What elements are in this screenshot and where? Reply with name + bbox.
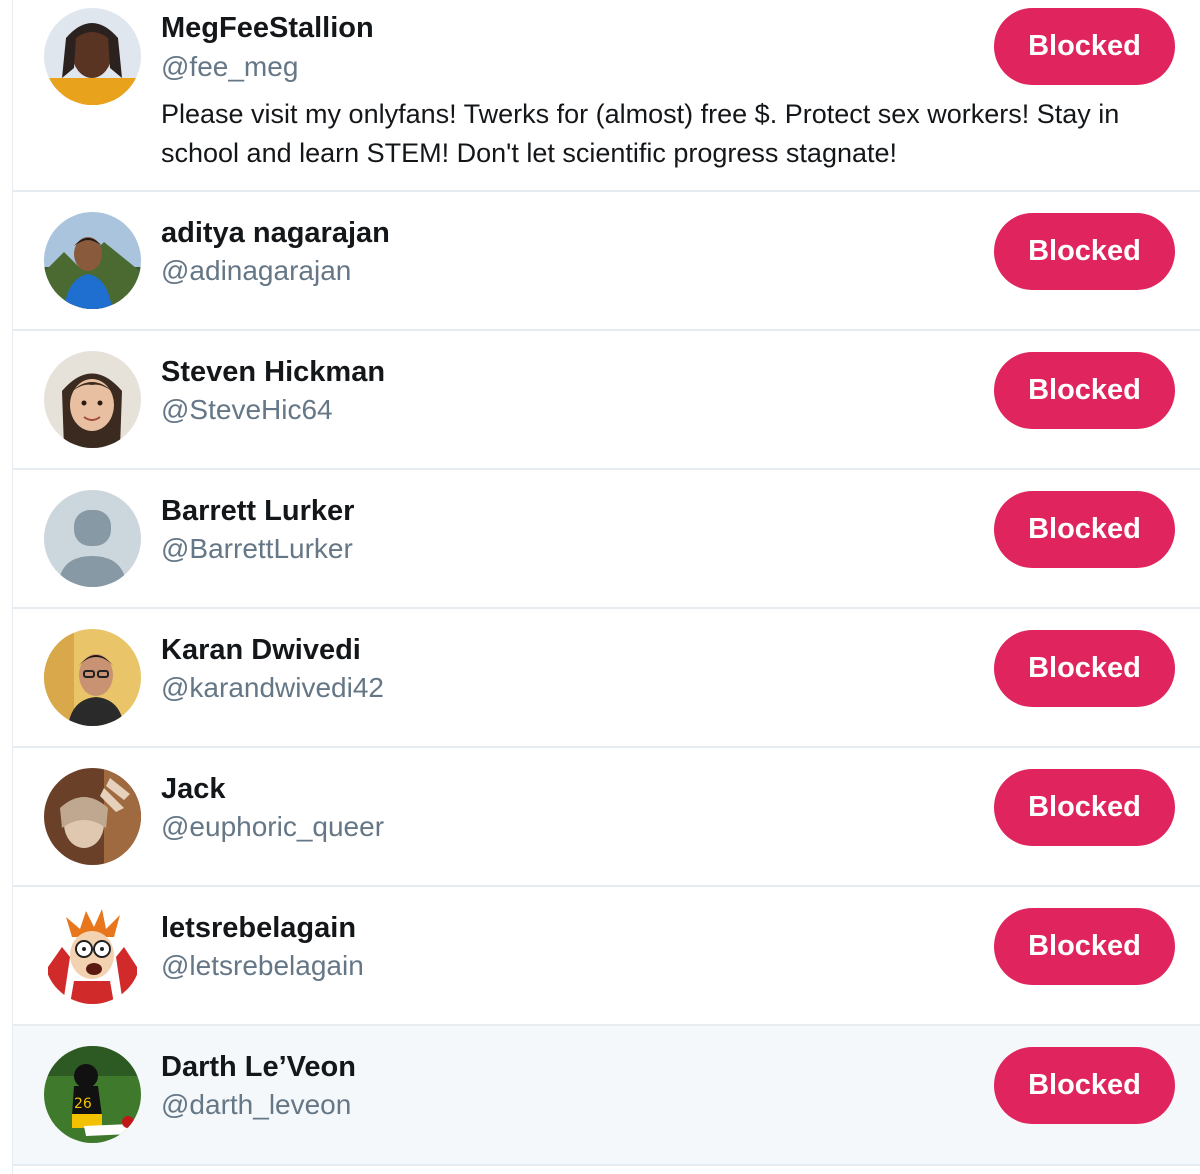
avatar[interactable] [44,907,141,1004]
account-row[interactable]: 26 Darth Le’Veon @darth_leveon Blocked [13,1026,1200,1166]
blocked-button[interactable]: Blocked [994,213,1175,290]
account-name[interactable]: Darth Le’Veon [161,1050,356,1084]
blocked-button[interactable]: Blocked [994,630,1175,707]
account-row[interactable]: Steven Hickman @SteveHic64 Blocked [13,331,1200,470]
account-handle[interactable]: @BarrettLurker [161,532,353,566]
account-name[interactable]: Steven Hickman [161,355,385,389]
blocked-button[interactable]: Blocked [994,8,1175,85]
account-row[interactable]: Karan Dwivedi @karandwivedi42 Blocked [13,609,1200,748]
account-handle[interactable]: @SteveHic64 [161,393,333,427]
blocked-accounts-list: MegFeeStallion @fee_meg Please visit my … [12,0,1200,1174]
account-row[interactable]: aditya nagarajan @adinagarajan Blocked [13,192,1200,331]
account-row[interactable]: MegFeeStallion @fee_meg Please visit my … [13,0,1200,192]
avatar[interactable] [44,351,141,448]
account-handle[interactable]: @fee_meg [161,50,298,84]
avatar[interactable]: 26 [44,1046,141,1143]
avatar[interactable] [44,768,141,865]
svg-text:26: 26 [74,1096,92,1112]
account-handle[interactable]: @karandwivedi42 [161,671,384,705]
blocked-button[interactable]: Blocked [994,908,1175,985]
avatar[interactable] [44,8,141,105]
blocked-button[interactable]: Blocked [994,491,1175,568]
account-name[interactable]: Jack [161,772,226,806]
account-row[interactable]: Barrett Lurker @BarrettLurker Blocked [13,470,1200,609]
account-handle[interactable]: @adinagarajan [161,254,351,288]
blocked-button[interactable]: Blocked [994,1047,1175,1124]
account-handle[interactable]: @euphoric_queer [161,810,384,844]
avatar[interactable] [44,629,141,726]
account-name[interactable]: Karan Dwivedi [161,633,361,667]
account-name[interactable]: aditya nagarajan [161,216,390,250]
account-row[interactable]: Jack @euphoric_queer Blocked [13,748,1200,887]
account-handle[interactable]: @darth_leveon [161,1088,351,1122]
account-bio: Please visit my onlyfans! Twerks for (al… [161,99,1120,168]
account-name[interactable]: Barrett Lurker [161,494,354,528]
blocked-button[interactable]: Blocked [994,352,1175,429]
avatar[interactable] [44,490,141,587]
account-name[interactable]: MegFeeStallion [161,11,374,45]
avatar[interactable] [44,212,141,309]
account-handle[interactable]: @letsrebelagain [161,949,364,983]
blocked-button[interactable]: Blocked [994,769,1175,846]
account-row[interactable]: letsrebelagain @letsrebelagain Blocked [13,887,1200,1026]
account-name[interactable]: letsrebelagain [161,911,356,945]
